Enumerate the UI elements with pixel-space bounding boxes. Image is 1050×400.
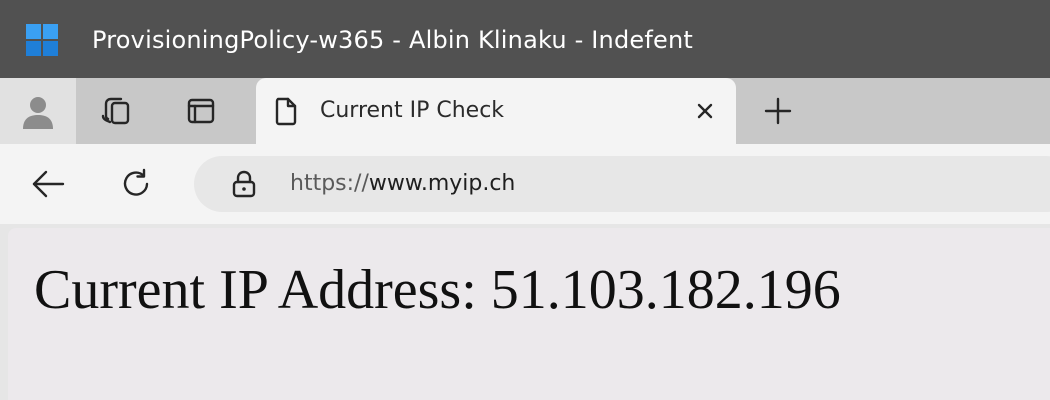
lock-icon — [232, 170, 256, 198]
page-icon — [275, 97, 297, 126]
url-host: www.myip.ch — [368, 171, 516, 196]
new-tab-button[interactable] — [748, 78, 808, 144]
collections-button[interactable] — [84, 78, 150, 144]
profile-button[interactable] — [0, 78, 76, 144]
refresh-button[interactable] — [108, 162, 164, 206]
tab-title: Current IP Check — [320, 98, 505, 123]
navigation-toolbar: https://www.myip.ch — [0, 144, 1050, 224]
plus-icon — [764, 97, 792, 125]
profile-avatar-icon — [23, 97, 53, 129]
page-body: Current IP Address: 51.103.182.196 — [8, 228, 1050, 400]
back-button[interactable] — [20, 162, 76, 206]
address-bar[interactable]: https://www.myip.ch — [194, 156, 1050, 212]
tab-actions-icon — [187, 98, 215, 124]
refresh-icon — [123, 168, 149, 196]
collections-icon — [101, 97, 130, 125]
window-titlebar: ProvisioningPolicy-w365 - Albin Klinaku … — [0, 0, 1050, 78]
tab-close-button[interactable] — [690, 96, 720, 126]
windows-logo-icon — [26, 24, 58, 56]
url-scheme: https:// — [290, 171, 369, 196]
tab-current-ip-check[interactable]: Current IP Check — [256, 78, 736, 144]
ip-address-heading: Current IP Address: 51.103.182.196 — [34, 259, 841, 321]
close-icon — [697, 103, 713, 119]
browser-window: ProvisioningPolicy-w365 - Albin Klinaku … — [0, 0, 1050, 400]
url-text[interactable]: https://www.myip.ch — [290, 156, 515, 212]
back-arrow-icon — [32, 170, 65, 198]
tab-strip: Current IP Check — [0, 78, 1050, 144]
window-title: ProvisioningPolicy-w365 - Albin Klinaku … — [92, 26, 693, 54]
tab-actions-button[interactable] — [170, 78, 232, 144]
page-viewport: Current IP Address: 51.103.182.196 — [0, 224, 1050, 400]
